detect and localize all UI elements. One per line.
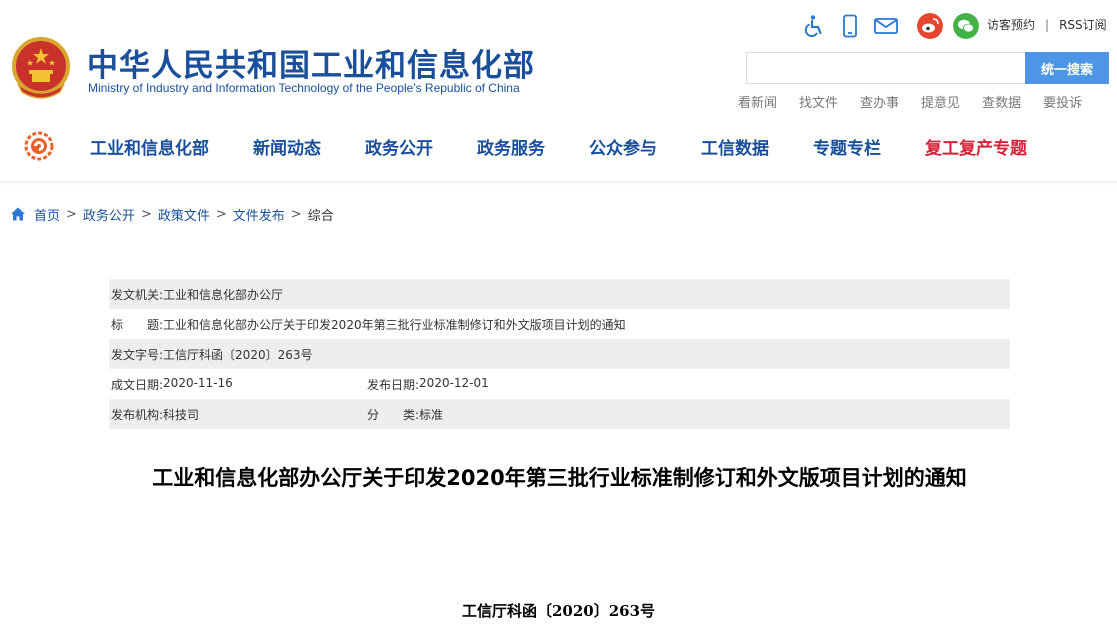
meta-value-created: 2020-11-16	[163, 375, 233, 390]
meta-label-org: 发布机构:	[111, 407, 164, 422]
site-subtitle: Ministry of Industry and Information Tec…	[88, 81, 520, 95]
meta-value-issuer: 工业和信息化部办公厅	[163, 287, 284, 302]
meta-row-dates: 成文日期: 2020-11-16 发布日期: 2020-12-01	[109, 369, 1010, 399]
breadcrumb-government-affairs[interactable]: 政务公开	[83, 205, 135, 224]
meta-label-title: 标 题:	[111, 317, 164, 332]
nav-item-news[interactable]: 新闻动态	[253, 134, 321, 159]
top-links-separator: |	[1045, 17, 1050, 32]
main-nav: 工业和信息化部 新闻动态 政务公开 政务服务 公众参与 工信数据 专题专栏 复工…	[24, 126, 1027, 166]
meta-label-published: 发布日期:	[367, 377, 420, 392]
nav-item-ministry[interactable]: 工业和信息化部	[90, 134, 209, 159]
quick-link-services[interactable]: 查办事	[860, 92, 899, 111]
article-title: 工业和信息化部办公厅关于印发2020年第三批行业标准制修订和外文版项目计划的通知	[152, 466, 967, 490]
quick-links: 看新闻 找文件 查办事 提意见 查数据 要投诉	[738, 92, 1082, 111]
meta-row-issuer: 发文机关: 工业和信息化部办公厅	[109, 279, 1010, 309]
meta-row-doc-number: 发文字号: 工信厅科函〔2020〕263号	[109, 339, 1010, 369]
meta-label-category: 分 类:	[367, 407, 420, 422]
meta-label-doc-number: 发文字号:	[111, 347, 164, 362]
accessibility-icon[interactable]	[800, 12, 828, 40]
breadcrumb-separator: >	[290, 206, 302, 222]
meta-cell-published: 发布日期: 2020-12-01	[367, 376, 489, 393]
meta-value-doc-number: 工信厅科函〔2020〕263号	[163, 347, 313, 362]
breadcrumb-policy-files[interactable]: 政策文件	[158, 205, 210, 224]
breadcrumb: 首页 > 政务公开 > 政策文件 > 文件发布 > 综合	[10, 205, 334, 224]
quick-link-news[interactable]: 看新闻	[738, 92, 777, 111]
nav-item-topics[interactable]: 专题专栏	[813, 134, 881, 159]
breadcrumb-general[interactable]: 综合	[308, 205, 334, 224]
meta-row-title: 标 题: 工业和信息化部办公厅关于印发2020年第三批行业标准制修订和外文版项目…	[109, 309, 1010, 339]
meta-value-title: 工业和信息化部办公厅关于印发2020年第三批行业标准制修订和外文版项目计划的通知	[163, 317, 626, 332]
breadcrumb-separator: >	[66, 206, 77, 222]
weibo-icon[interactable]	[916, 12, 944, 40]
home-icon[interactable]	[10, 206, 26, 222]
nav-item-data[interactable]: 工信数据	[701, 134, 769, 159]
nav-item-participation[interactable]: 公众参与	[589, 134, 657, 159]
quick-link-data[interactable]: 查数据	[982, 92, 1021, 111]
article-doc-number: 工信厅科函〔2020〕263号	[461, 602, 656, 620]
mobile-icon[interactable]	[836, 12, 864, 40]
site-title[interactable]: 中华人民共和国工业和信息化部	[87, 40, 535, 85]
breadcrumb-home[interactable]: 首页	[34, 205, 60, 224]
breadcrumb-separator: >	[140, 206, 152, 222]
meta-cell-org: 发布机构: 科技司	[111, 406, 367, 423]
breadcrumb-file-release[interactable]: 文件发布	[233, 205, 285, 224]
meta-value-org: 科技司	[163, 407, 200, 422]
nav-item-services[interactable]: 政务服务	[477, 134, 545, 159]
breadcrumb-separator: >	[215, 206, 227, 222]
rss-subscribe-link[interactable]: RSS订阅	[1059, 16, 1107, 33]
meta-value-published: 2020-12-01	[419, 375, 489, 390]
wechat-icon[interactable]	[952, 12, 980, 40]
top-icon-bar	[800, 12, 988, 40]
meta-cell-category: 分 类: 标准	[367, 406, 443, 423]
meta-value-category: 标准	[419, 407, 444, 422]
top-links: 访客预约 | RSS订阅	[987, 16, 1107, 33]
nav-item-government-affairs[interactable]: 政务公开	[365, 134, 433, 159]
ministry-logo-icon[interactable]	[24, 131, 54, 161]
search-input[interactable]	[746, 52, 1026, 84]
meta-row-org: 发布机构: 科技司 分 类: 标准	[109, 399, 1010, 429]
meta-cell-created: 成文日期: 2020-11-16	[111, 376, 367, 393]
visitor-appointment-link[interactable]: 访客预约	[987, 16, 1035, 33]
document-meta-table: 发文机关: 工业和信息化部办公厅 标 题: 工业和信息化部办公厅关于印发2020…	[109, 279, 1010, 429]
national-emblem-icon[interactable]	[10, 36, 72, 100]
quick-link-complaint[interactable]: 要投诉	[1043, 92, 1082, 111]
search-box: 统一搜索	[746, 52, 1109, 84]
quick-link-files[interactable]: 找文件	[799, 92, 838, 111]
mail-icon[interactable]	[872, 12, 900, 40]
meta-label-created: 成文日期:	[111, 377, 164, 392]
quick-link-feedback[interactable]: 提意见	[921, 92, 960, 111]
site-header: 中华人民共和国工业和信息化部 Ministry of Industry and …	[0, 0, 1117, 182]
nav-item-resumption[interactable]: 复工复产专题	[925, 134, 1027, 159]
meta-label-issuer: 发文机关:	[111, 287, 164, 302]
search-button[interactable]: 统一搜索	[1025, 52, 1109, 84]
